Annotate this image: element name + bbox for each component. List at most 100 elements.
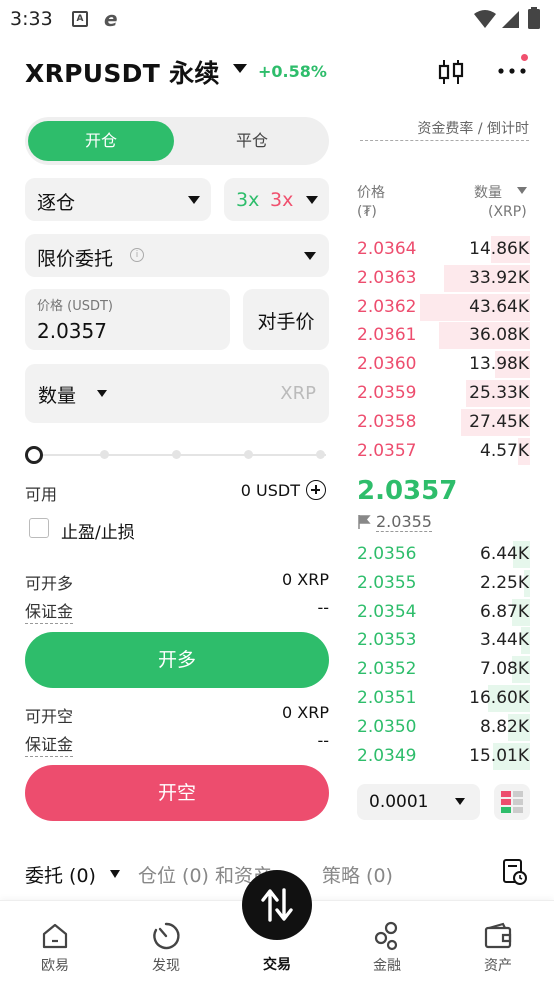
counterparty-price-label: 对手价	[257, 311, 315, 333]
available-value: 0 USDT	[240, 481, 300, 500]
bid-row[interactable]: 2.0356 6.44K	[357, 540, 530, 569]
wifi-icon	[474, 10, 496, 28]
quantity-label[interactable]: 数量	[38, 381, 76, 408]
precision-select[interactable]: 0.0001	[357, 784, 480, 820]
ask-row[interactable]: 2.0364 14.86K	[357, 235, 530, 264]
chevron-down-icon[interactable]	[233, 64, 247, 74]
nav-home[interactable]: 欧易	[10, 901, 100, 984]
bid-price: 2.0351	[357, 688, 417, 708]
bid-row[interactable]: 2.0349 15.01K	[357, 742, 530, 771]
price-change-percent: +0.58%	[258, 62, 327, 81]
home-icon	[42, 923, 68, 949]
info-icon[interactable]: i	[130, 248, 144, 262]
symbol-title[interactable]: XRPUSDT 永续	[25, 54, 220, 90]
ask-qty: 36.08K	[469, 325, 529, 346]
bid-row[interactable]: 2.0351 16.60K	[357, 684, 530, 713]
ask-price: 2.0359	[357, 383, 417, 403]
nav-assets-label: 资产	[484, 958, 512, 974]
bid-qty: 6.44K	[480, 544, 529, 564]
add-funds-icon[interactable]	[306, 480, 326, 500]
orderbook-qty-header[interactable]: 数量	[474, 182, 502, 202]
slider-step-50[interactable]	[172, 450, 181, 459]
tp-sl-checkbox[interactable]	[29, 518, 49, 538]
bid-row[interactable]: 2.0354 6.87K	[357, 598, 530, 627]
nav-finance-label: 金融	[373, 958, 401, 974]
signal-icon	[502, 11, 519, 28]
bid-qty: 3.44K	[480, 630, 529, 651]
caret-down-icon	[304, 252, 316, 260]
available-label: 可用	[25, 485, 58, 504]
open-short-button[interactable]: 开空	[25, 765, 329, 821]
funding-rate-countdown[interactable]: 资金费率 / 倒计时	[360, 118, 529, 141]
ask-qty: 33.92K	[469, 267, 529, 288]
counterparty-price-button[interactable]: 对手价	[243, 289, 329, 350]
caret-down-icon[interactable]	[517, 187, 527, 194]
nav-assets[interactable]: 资产	[453, 901, 543, 984]
quantity-input[interactable]: 数量 XRP	[25, 364, 329, 423]
slider-step-25[interactable]	[100, 450, 109, 459]
bid-price: 2.0352	[357, 659, 417, 680]
ask-row[interactable]: 2.0363 33.92K	[357, 264, 530, 293]
tab-open-position[interactable]: 开仓	[28, 121, 174, 161]
short-margin-value: --	[317, 731, 329, 750]
tab-strategy[interactable]: 策略 (0)	[322, 861, 393, 888]
last-price[interactable]: 2.0357	[357, 476, 457, 506]
price-input[interactable]: 价格 (USDT) 2.0357	[25, 289, 230, 350]
long-margin-value: --	[317, 598, 329, 617]
browser-notification-icon: e	[104, 7, 118, 31]
nav-finance[interactable]: 金融	[342, 901, 432, 984]
bid-price: 2.0356	[357, 544, 417, 564]
bid-price: 2.0354	[357, 601, 417, 622]
short-margin-label[interactable]: 保证金	[25, 731, 74, 757]
battery-icon	[528, 7, 540, 29]
ask-row[interactable]: 2.0359 25.33K	[357, 379, 530, 408]
bid-row[interactable]: 2.0353 3.44K	[357, 626, 530, 655]
orderbook-price-header: 价格	[357, 185, 385, 201]
ask-qty: 13.98K	[469, 354, 529, 375]
ask-row[interactable]: 2.0362 43.64K	[357, 293, 530, 322]
bid-row[interactable]: 2.0355 2.25K	[357, 569, 530, 598]
candlestick-chart-icon[interactable]	[437, 58, 465, 86]
leverage-select[interactable]: 3x 3x	[224, 178, 329, 221]
ask-row[interactable]: 2.0361 36.08K	[357, 321, 530, 350]
more-options-icon[interactable]	[496, 58, 528, 84]
order-history-icon[interactable]	[502, 858, 528, 886]
discover-icon	[153, 922, 180, 950]
ask-row[interactable]: 2.0360 13.98K	[357, 350, 530, 379]
orderbook-layout-button[interactable]	[494, 784, 530, 820]
trade-icon	[261, 888, 293, 922]
nav-discover-label: 发现	[152, 958, 180, 974]
long-margin-label[interactable]: 保证金	[25, 598, 74, 624]
bid-price: 2.0350	[357, 716, 417, 737]
ask-row[interactable]: 2.0357 4.57K	[357, 437, 530, 466]
bid-row[interactable]: 2.0352 7.08K	[357, 655, 530, 684]
tp-sl-label[interactable]: 止盈/止损	[61, 518, 135, 543]
caret-down-icon[interactable]	[97, 390, 107, 397]
order-type-select[interactable]: 限价委托 i	[25, 234, 329, 277]
ask-price: 2.0361	[357, 325, 417, 346]
open-long-button[interactable]: 开多	[25, 632, 329, 688]
bid-qty: 8.82K	[480, 716, 529, 737]
margin-mode-select[interactable]: 逐仓	[25, 178, 211, 221]
nav-discover[interactable]: 发现	[121, 901, 211, 984]
tab-close-position[interactable]: 平仓	[177, 121, 327, 161]
nav-trade[interactable]	[242, 870, 312, 940]
ask-qty: 43.64K	[469, 296, 529, 317]
nav-trade-label: 交易	[263, 957, 291, 973]
tab-orders[interactable]: 委托 (0)	[25, 861, 96, 888]
max-short-value: 0 XRP	[282, 703, 329, 722]
mark-price[interactable]: 2.0355	[376, 512, 432, 532]
slider-step-100[interactable]	[316, 450, 325, 459]
bid-qty: 2.25K	[480, 572, 529, 593]
bid-qty: 7.08K	[480, 659, 529, 680]
open-close-toggle: 开仓 平仓	[25, 117, 329, 165]
bid-row[interactable]: 2.0350 8.82K	[357, 713, 530, 742]
slider-step-75[interactable]	[244, 450, 253, 459]
ask-row[interactable]: 2.0358 27.45K	[357, 408, 530, 437]
max-long-label: 可开多	[25, 574, 74, 593]
orderbook-price-unit: (₮)	[357, 204, 377, 220]
ask-price: 2.0363	[357, 267, 417, 288]
caret-down-icon[interactable]	[110, 870, 120, 878]
slider-thumb[interactable]	[25, 446, 43, 464]
price-input-value[interactable]: 2.0357	[37, 319, 107, 343]
